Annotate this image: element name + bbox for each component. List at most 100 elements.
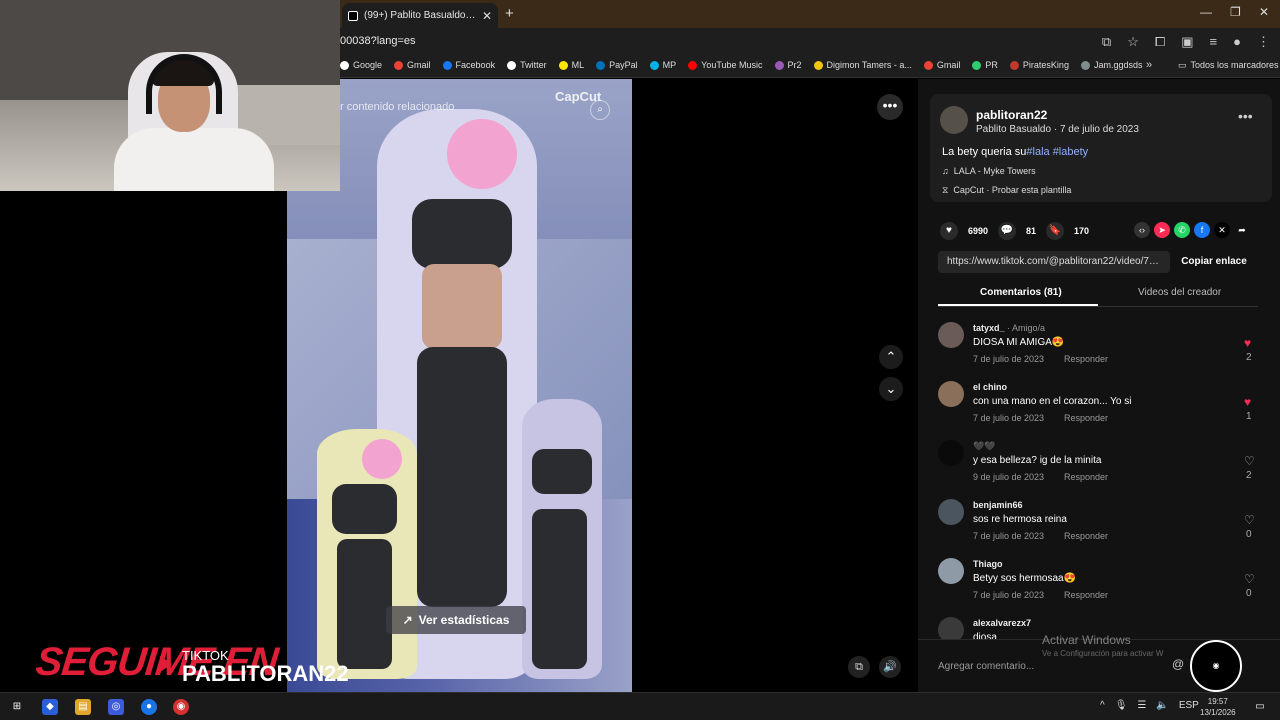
post-more-icon[interactable]: ••• <box>1238 108 1253 124</box>
speaker-icon[interactable]: 🔈 <box>1156 700 1168 711</box>
comment-user[interactable]: Thiago <box>973 559 1003 569</box>
bookmark-icon[interactable]: 🔖 <box>1046 222 1065 240</box>
tab-comments[interactable]: Comentarios (81) <box>980 287 1062 298</box>
language-indicator[interactable]: ESP <box>1179 700 1199 711</box>
whatsapp-icon[interactable]: ✆ <box>1174 222 1190 238</box>
copilot-icon[interactable]: ◆ <box>42 699 58 715</box>
clock[interactable]: 19:57 13/1/2026 <box>1200 696 1236 718</box>
play-arrow-icon <box>160 656 172 672</box>
volume-icon[interactable]: 🔊 <box>879 656 901 678</box>
all-bookmarks[interactable]: ▭ Todos los marcadores <box>1178 60 1279 71</box>
comment-user[interactable]: el chino <box>973 382 1007 392</box>
comment-avatar[interactable] <box>938 617 964 639</box>
embed-icon[interactable]: ‹› <box>1134 222 1150 238</box>
comment-user[interactable]: tatyxd_ · Amigo/a <box>973 323 1045 333</box>
reply-button[interactable]: Responder <box>1064 354 1108 364</box>
bookmark-item[interactable]: Digimon Tamers - a... <box>813 60 912 70</box>
tab-creator-videos[interactable]: Videos del creador <box>1138 287 1221 298</box>
share-link-field[interactable]: https://www.tiktok.com/@pablitoran22/vid… <box>938 251 1170 273</box>
copy-link-button[interactable]: Copiar enlace <box>1174 251 1254 273</box>
obs-icon[interactable]: ◉ <box>173 699 189 715</box>
tab-close-icon[interactable]: ✕ <box>482 9 492 23</box>
hashtags[interactable]: #lala #labety <box>1026 146 1088 158</box>
comment-username: benjamin66 <box>973 500 1023 510</box>
comment-avatar[interactable] <box>938 381 964 407</box>
pip-icon[interactable]: ⧉ <box>848 656 870 678</box>
bookmark-item[interactable]: PR <box>972 60 998 70</box>
comment-avatar[interactable] <box>938 558 964 584</box>
star-icon[interactable]: ☆ <box>1127 34 1139 50</box>
install-icon[interactable]: ⧉ <box>1102 34 1111 50</box>
url-text[interactable]: 00038?lang=es <box>340 35 416 47</box>
comment-user[interactable]: benjamin66 <box>973 500 1023 510</box>
tray-chevron-icon[interactable]: ^ <box>1100 700 1105 711</box>
file-explorer-icon[interactable]: ▤ <box>75 699 91 715</box>
comment-like-icon[interactable]: ♥ <box>1244 395 1251 409</box>
bookmark-item[interactable]: Pr2 <box>774 60 802 70</box>
previous-video-icon[interactable]: ⌃ <box>879 345 903 369</box>
comment-avatar[interactable] <box>938 440 964 466</box>
bookmark-label: Google <box>353 60 383 70</box>
bookmark-item[interactable]: Jam.ggdsds <box>1080 60 1142 70</box>
microphone-icon[interactable]: 🎙 <box>1115 700 1128 711</box>
facebook-icon[interactable]: f <box>1194 222 1210 238</box>
streamer-handle: PABLITORAN22 <box>182 661 349 686</box>
bookmark-item[interactable]: ML <box>558 60 584 70</box>
share-icon[interactable]: ➦ <box>1234 222 1250 238</box>
comment-user[interactable]: 🖤🖤 <box>973 441 995 452</box>
comment-avatar[interactable] <box>938 499 964 525</box>
comment-like-icon[interactable]: ♡ <box>1244 572 1255 586</box>
windows-start-icon[interactable]: ⊞ <box>9 699 25 715</box>
comment-icon[interactable]: 💬 <box>998 222 1017 240</box>
bookmark-item[interactable]: Google <box>340 60 382 70</box>
bookmark-item[interactable]: Gmail <box>394 60 431 70</box>
reading-list-icon[interactable]: ≡ <box>1210 34 1218 50</box>
app-icon[interactable]: ◎ <box>108 699 124 715</box>
wifi-icon[interactable]: ☰ <box>1137 700 1146 711</box>
x-icon[interactable]: ✕ <box>1214 222 1230 238</box>
comment-like-count: 2 <box>1246 352 1252 363</box>
reply-button[interactable]: Responder <box>1064 590 1108 600</box>
bookmark-item[interactable]: MP <box>649 60 676 70</box>
reply-button[interactable]: Responder <box>1064 413 1108 423</box>
bookmark-item[interactable]: Twitter <box>507 60 547 70</box>
next-video-icon[interactable]: ⌄ <box>879 377 903 401</box>
comment-item: 🖤🖤 y esa belleza? ig de la minita 9 de ju… <box>938 439 1268 498</box>
menu-icon[interactable]: ⋮ <box>1257 34 1270 50</box>
comment-avatar[interactable] <box>938 322 964 348</box>
related-content-label[interactable]: r contenido relacionado <box>340 101 454 113</box>
close-window-icon[interactable]: ✕ <box>1259 5 1269 19</box>
notifications-icon[interactable]: ▭ <box>1252 699 1268 715</box>
post-username[interactable]: pablitoran22 <box>976 108 1047 122</box>
minimize-icon[interactable]: — <box>1200 5 1212 19</box>
capcut-template-line[interactable]: ⧖ CapCut · Probar esta plantilla <box>942 185 1071 196</box>
send-icon[interactable]: ➤ <box>1154 222 1170 238</box>
profile-icon[interactable]: ● <box>1233 34 1241 50</box>
bookmark-item[interactable]: PayPal <box>596 60 638 70</box>
mention-icon[interactable]: @ <box>1172 657 1184 671</box>
comment-like-icon[interactable]: ♡ <box>1244 513 1255 527</box>
bookmark-item[interactable]: YouTube Music <box>688 60 763 70</box>
reply-button[interactable]: Responder <box>1064 531 1108 541</box>
bookmark-item[interactable]: Facebook <box>442 60 495 70</box>
chrome-icon[interactable]: ● <box>141 699 157 715</box>
comment-like-icon[interactable]: ♡ <box>1244 454 1255 468</box>
avatar[interactable] <box>940 106 968 134</box>
more-options-icon[interactable]: ••• <box>877 94 903 120</box>
extensions-icon[interactable]: ⧠ <box>1155 34 1165 50</box>
extension-icon[interactable]: ▣ <box>1181 34 1193 50</box>
comment-user[interactable]: alexalvarezx7 <box>973 618 1031 628</box>
new-tab-icon[interactable]: + <box>505 5 514 22</box>
reply-button[interactable]: Responder <box>1064 472 1108 482</box>
comment-like-icon[interactable]: ♥ <box>1244 336 1251 350</box>
bookmarks-overflow-icon[interactable]: » <box>1146 59 1152 71</box>
browser-tab[interactable]: (99+) Pablito Basualdo (@p ✕ <box>342 3 498 28</box>
music-line[interactable]: ♫ LALA - Myke Towers <box>942 166 1036 176</box>
view-stats-button[interactable]: ↗ Ver estadísticas <box>386 606 526 634</box>
post-panel: pablitoran22 Pablito Basualdo · 7 de jul… <box>918 79 1280 692</box>
bookmark-item[interactable]: PiratesKing <box>1009 60 1069 70</box>
bookmark-item[interactable]: Gmail <box>923 60 960 70</box>
search-icon[interactable]: ⌕ <box>590 100 610 120</box>
restore-icon[interactable]: ❐ <box>1230 5 1241 19</box>
like-icon[interactable]: ♥ <box>940 222 958 240</box>
